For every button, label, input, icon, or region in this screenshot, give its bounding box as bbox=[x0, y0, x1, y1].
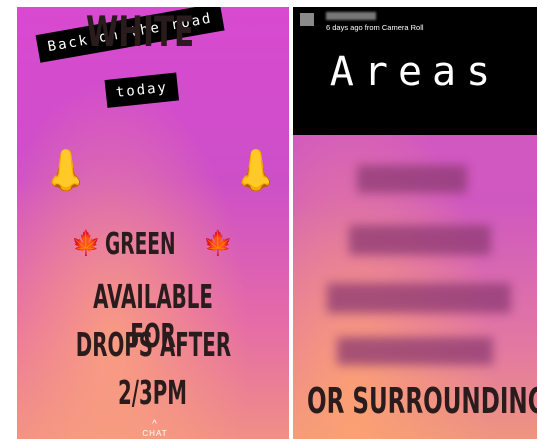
availability-line-2: DROPS AFTER bbox=[75, 325, 231, 364]
pixelated-area-3 bbox=[327, 283, 511, 313]
white-label: WHITE bbox=[86, 7, 195, 56]
chat-label: CHAT bbox=[142, 429, 168, 438]
right-story-panel[interactable]: 6 days ago from Camera Roll Areas OR SUR… bbox=[293, 7, 537, 439]
pixelated-area-1 bbox=[357, 165, 467, 193]
leaf-emoji-left: 🍁 bbox=[71, 230, 101, 257]
caption-line-2: today bbox=[104, 72, 180, 108]
username-blurred bbox=[326, 12, 376, 20]
areas-title: Areas bbox=[329, 49, 501, 95]
leaf-emoji-right: 🍁 bbox=[203, 230, 233, 257]
nose-emoji-right: 👃 bbox=[231, 149, 281, 193]
chat-button[interactable]: ^ CHAT bbox=[135, 419, 175, 439]
nose-emoji-left: 👃 bbox=[41, 149, 91, 193]
avatar[interactable] bbox=[300, 13, 314, 26]
story-timestamp: 6 days ago from Camera Roll bbox=[326, 23, 424, 32]
pixelated-area-4 bbox=[337, 337, 493, 365]
pixelated-area-2 bbox=[349, 225, 491, 255]
green-label: GREEN bbox=[105, 227, 176, 262]
surrounding-label: OR SURROUNDING bbox=[307, 381, 537, 422]
availability-line-3: 2/3PM bbox=[118, 373, 188, 412]
left-story-panel[interactable]: Back on the road today 👃 WHITE 👃 🍁 GREEN… bbox=[17, 7, 289, 439]
chevron-up-icon: ^ bbox=[152, 419, 158, 430]
